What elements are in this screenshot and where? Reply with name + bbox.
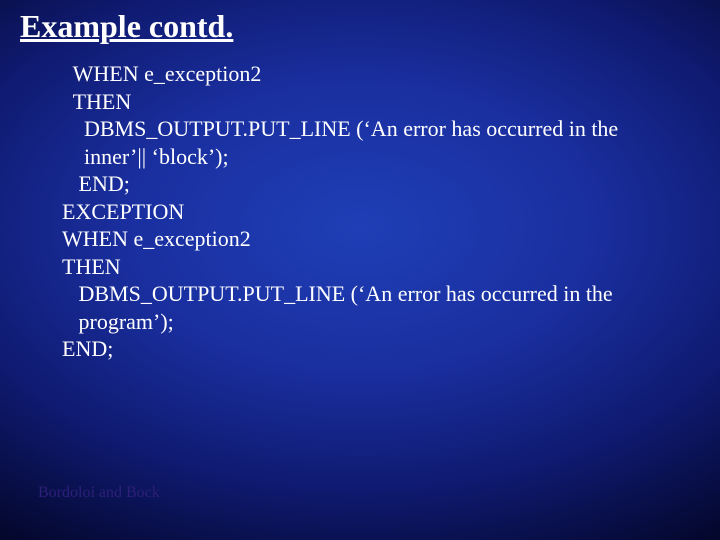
code-line: END; [62, 336, 113, 361]
slide: Example contd. WHEN e_exception2 THEN DB… [0, 0, 720, 540]
code-line: END; [62, 171, 130, 196]
code-line: THEN [62, 254, 121, 279]
code-line: program’); [62, 309, 174, 334]
code-line: DBMS_OUTPUT.PUT_LINE (‘An error has occu… [62, 281, 613, 306]
code-line: WHEN e_exception2 [62, 61, 261, 86]
code-line: WHEN e_exception2 [62, 226, 251, 251]
slide-title: Example contd. [20, 8, 233, 45]
footer-credit: Bordoloi and Bock [38, 484, 160, 502]
code-line: EXCEPTION [62, 199, 184, 224]
code-line: DBMS_OUTPUT.PUT_LINE (‘An error has occu… [62, 116, 618, 141]
code-line: THEN [62, 89, 131, 114]
code-block: WHEN e_exception2 THEN DBMS_OUTPUT.PUT_L… [62, 60, 690, 363]
code-line: inner’|| ‘block’); [62, 144, 229, 169]
